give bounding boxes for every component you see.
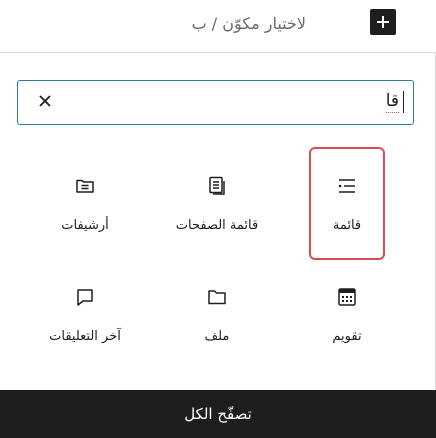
block-item-file[interactable]: ملف xyxy=(167,261,267,351)
block-label: أرشيفات xyxy=(61,218,109,233)
block-item-page-list[interactable]: قائمة الصفحات xyxy=(167,150,267,240)
browse-all-button[interactable]: تصفّح الكل xyxy=(0,390,436,438)
block-label: قائمة الصفحات xyxy=(175,218,259,233)
block-item-calendar[interactable]: تقويم xyxy=(297,261,397,351)
search-value: قا xyxy=(385,91,400,113)
folder-icon xyxy=(205,285,229,309)
page-list-icon xyxy=(205,174,229,198)
hint-text: لاختيار مكوّن / ب xyxy=(191,14,306,33)
comment-icon xyxy=(73,285,97,309)
block-search-input[interactable]: قا xyxy=(17,80,414,125)
block-appender-hint: لاختيار مكوّن / ب xyxy=(0,0,436,52)
block-item-latest-comments[interactable]: آخر التعليقات xyxy=(35,261,135,351)
highlight-frame xyxy=(309,147,385,260)
calendar-icon xyxy=(335,285,359,309)
block-label: ملف xyxy=(204,329,230,344)
clear-search-button[interactable] xyxy=(33,89,57,113)
plus-icon xyxy=(377,16,389,28)
block-label: تقويم xyxy=(332,329,362,344)
text-caret xyxy=(403,91,404,113)
block-item-archives[interactable]: أرشيفات xyxy=(35,150,135,240)
add-block-button[interactable] xyxy=(370,9,396,35)
browse-all-label: تصفّح الكل xyxy=(184,405,252,423)
close-icon xyxy=(39,95,51,107)
archive-icon xyxy=(73,174,97,198)
block-label: آخر التعليقات xyxy=(49,329,121,344)
